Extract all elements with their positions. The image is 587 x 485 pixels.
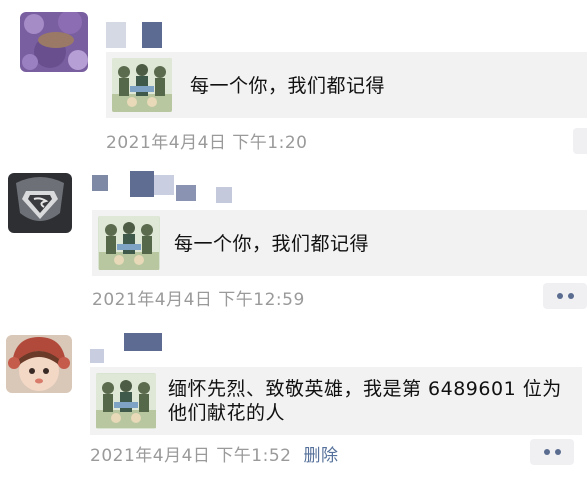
avatar[interactable]	[6, 335, 72, 393]
purple-texture-avatar-icon	[20, 12, 88, 72]
delete-link[interactable]: 删除	[303, 446, 338, 466]
child-photo-avatar-icon	[6, 335, 72, 393]
shared-link-card[interactable]: 每一个你，我们都记得	[92, 210, 587, 276]
martyr-memorial-thumbnail-icon	[96, 373, 156, 429]
share-text: 缅怀先烈、致敬英雄，我是第 6489601 位为他们献花的人	[168, 378, 562, 424]
moments-post-3: 缅怀先烈、致敬英雄，我是第 6489601 位为他们献花的人 2021年4月4日…	[0, 325, 587, 485]
martyr-memorial-thumbnail-icon	[112, 58, 172, 112]
timestamp: 2021年4月4日 下午12:59	[92, 290, 305, 310]
moments-post-1: 每一个你，我们都记得 2021年4月4日 下午1:20	[0, 0, 587, 160]
moments-post-2: 每一个你，我们都记得 2021年4月4日 下午12:59	[0, 165, 587, 315]
share-text: 每一个你，我们都记得	[174, 233, 370, 255]
username-blurred[interactable]	[106, 22, 166, 48]
more-dots-icon	[567, 293, 574, 299]
superman-avatar-icon	[8, 173, 72, 233]
more-dots-icon	[556, 293, 563, 299]
timestamp: 2021年4月4日 下午1:20	[106, 133, 308, 153]
more-dots-icon	[554, 449, 561, 455]
more-button[interactable]	[573, 128, 587, 154]
more-button[interactable]	[543, 283, 587, 309]
timestamp: 2021年4月4日 下午1:52 删除	[90, 441, 338, 466]
share-text: 每一个你，我们都记得	[190, 75, 386, 97]
more-dots-icon	[543, 449, 550, 455]
username-blurred[interactable]	[92, 171, 242, 205]
avatar[interactable]	[8, 173, 72, 233]
timestamp-text: 2021年4月4日 下午1:52	[90, 446, 292, 466]
shared-link-card[interactable]: 每一个你，我们都记得	[106, 52, 587, 118]
avatar[interactable]	[20, 12, 88, 72]
more-button[interactable]	[530, 439, 574, 465]
martyr-memorial-thumbnail-icon	[98, 216, 160, 270]
shared-link-card[interactable]: 缅怀先烈、致敬英雄，我是第 6489601 位为他们献花的人	[90, 367, 582, 435]
username-blurred[interactable]	[90, 333, 170, 365]
